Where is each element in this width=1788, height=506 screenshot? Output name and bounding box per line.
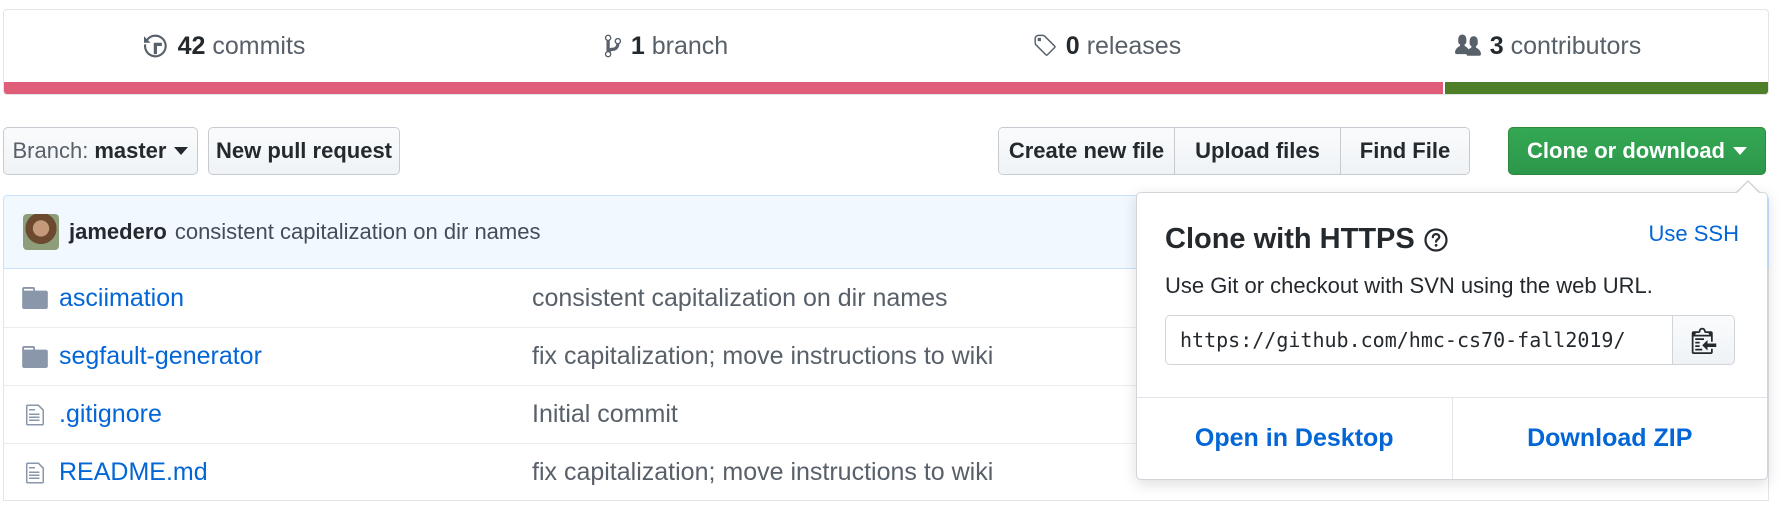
download-zip-button[interactable]: Download ZIP xyxy=(1453,398,1768,479)
file-name-link[interactable]: README.md xyxy=(59,458,208,487)
history-icon xyxy=(143,34,167,58)
contributors-count: 3 xyxy=(1489,31,1504,60)
file-name-link[interactable]: segfault-generator xyxy=(59,342,262,371)
folder-icon xyxy=(21,345,49,368)
commit-author[interactable]: jamedero xyxy=(69,219,167,245)
clone-popover: Clone with HTTPS Use SSH Use Git or chec… xyxy=(1136,192,1768,480)
language-bar[interactable] xyxy=(4,82,1768,94)
popover-arrow-inner xyxy=(1737,182,1759,193)
file-name-link[interactable]: asciimation xyxy=(59,284,184,313)
clone-description: Use Git or checkout with SVN using the w… xyxy=(1165,273,1653,298)
upload-files-button[interactable]: Upload files xyxy=(1175,128,1341,174)
clone-url-group xyxy=(1165,315,1735,365)
contributors-link[interactable]: 3 contributors xyxy=(1327,10,1768,82)
commits-label: commits xyxy=(212,31,306,60)
branch-label: Branch: xyxy=(12,138,89,163)
tag-icon xyxy=(1034,34,1056,56)
branch-select-button[interactable]: Branch: master xyxy=(3,127,198,175)
language-segment[interactable] xyxy=(1443,82,1768,94)
file-icon xyxy=(21,461,49,485)
copy-to-clipboard-button[interactable] xyxy=(1673,315,1735,365)
file-actions-group: Create new file Upload files Find File xyxy=(998,127,1470,175)
commits-count: 42 xyxy=(177,31,206,60)
language-segment[interactable] xyxy=(4,82,1444,94)
people-icon xyxy=(1454,34,1481,56)
clone-or-download-label: Clone or download xyxy=(1527,138,1725,163)
open-in-desktop-button[interactable]: Open in Desktop xyxy=(1137,398,1453,479)
file-commit-message[interactable]: Initial commit xyxy=(532,400,678,429)
find-file-button[interactable]: Find File xyxy=(1341,128,1469,174)
releases-count: 0 xyxy=(1065,31,1080,60)
avatar[interactable] xyxy=(23,214,59,250)
branches-link[interactable]: 1 branch xyxy=(445,10,886,82)
clipboard-icon xyxy=(1691,327,1716,354)
branches-label: branch xyxy=(651,31,729,60)
commit-message[interactable]: consistent capitalization on dir names xyxy=(175,219,541,245)
clone-title-text: Clone with HTTPS xyxy=(1165,223,1415,255)
question-icon[interactable] xyxy=(1423,227,1449,253)
clone-or-download-button[interactable]: Clone or download xyxy=(1508,127,1766,175)
releases-link[interactable]: 0 releases xyxy=(886,10,1327,82)
clone-popover-title: Clone with HTTPS xyxy=(1165,223,1449,256)
releases-label: releases xyxy=(1086,31,1182,60)
contributors-label: contributors xyxy=(1510,31,1642,60)
clone-url-input[interactable] xyxy=(1165,315,1673,365)
new-pull-request-button[interactable]: New pull request xyxy=(208,127,400,175)
repo-summary: 42 commits 1 branch 0 releases 3 contrib… xyxy=(3,9,1769,95)
use-ssh-link[interactable]: Use SSH xyxy=(1649,221,1739,247)
create-new-file-button[interactable]: Create new file xyxy=(999,128,1175,174)
file-name-link[interactable]: .gitignore xyxy=(59,400,162,429)
caret-down-icon xyxy=(174,147,189,155)
file-commit-message[interactable]: fix capitalization; move instructions to… xyxy=(532,342,993,371)
folder-icon xyxy=(21,287,49,309)
branch-value: master xyxy=(94,138,167,163)
git-branch-icon xyxy=(604,34,621,58)
file-icon xyxy=(21,403,49,427)
caret-down-icon xyxy=(1733,147,1747,155)
file-commit-message[interactable]: consistent capitalization on dir names xyxy=(532,284,948,313)
commits-link[interactable]: 42 commits xyxy=(4,10,445,82)
file-commit-message[interactable]: fix capitalization; move instructions to… xyxy=(532,458,993,487)
branches-count: 1 xyxy=(630,31,645,60)
clone-actions: Open in Desktop Download ZIP xyxy=(1137,397,1767,479)
